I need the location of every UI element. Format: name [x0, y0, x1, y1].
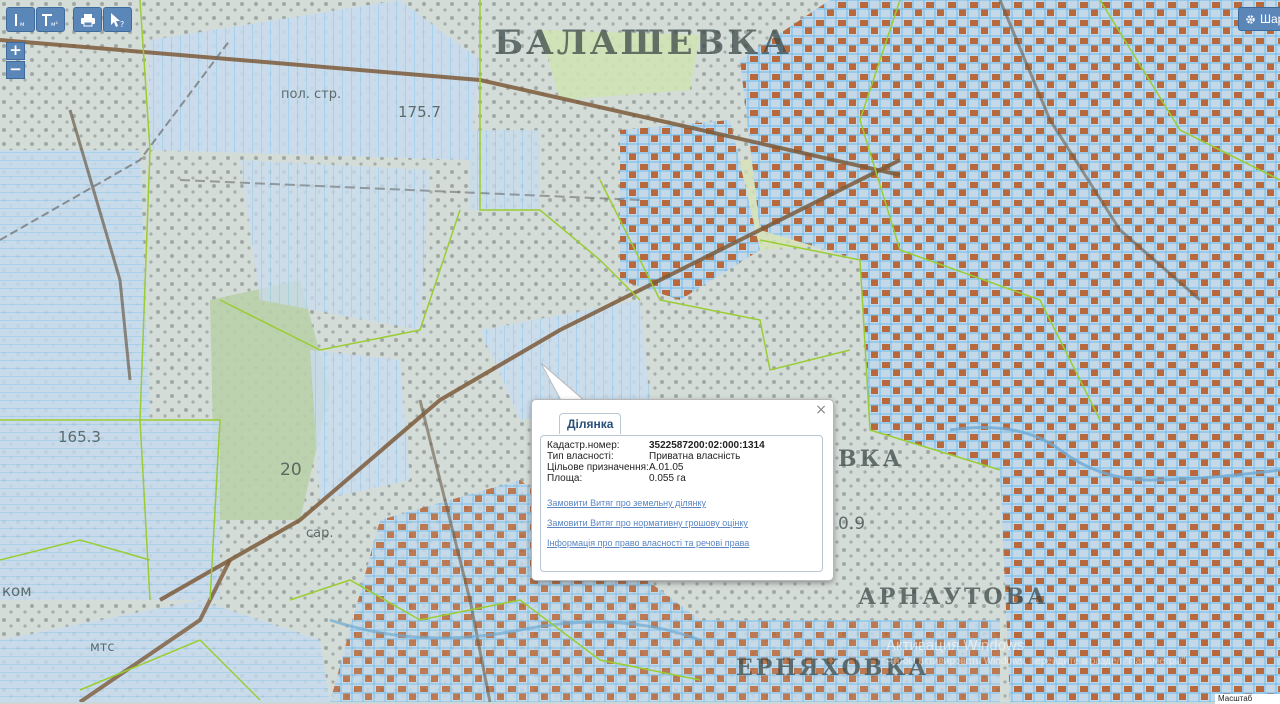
height-label: 0.9 — [838, 514, 866, 534]
svg-text:м²: м² — [51, 21, 59, 27]
order-extract-link[interactable]: Замовити Витяг про земельну ділянку — [547, 498, 816, 508]
gear-icon — [1246, 14, 1255, 24]
popup-pointer — [540, 362, 588, 403]
parcel-attributes: Кадастр.номер: 3522587200:02:000:1314 Тип… — [547, 440, 765, 484]
height-label: сар. — [306, 526, 334, 541]
order-valuation-link[interactable]: Замовити Витяг про нормативну грошову оц… — [547, 518, 816, 528]
zoom-out-button[interactable]: − — [6, 61, 25, 79]
popup-content: Кадастр.номер: 3522587200:02:000:1314 Тип… — [540, 435, 823, 572]
measure-tools: м м² — [6, 7, 65, 32]
place-label-vka: ВКА — [838, 446, 904, 472]
layers-button-label: Шар — [1260, 12, 1280, 26]
close-icon[interactable]: × — [815, 402, 827, 418]
height-label: пол. стр. — [281, 87, 342, 102]
height-label: 165.3 — [58, 428, 101, 446]
height-label: ком — [2, 582, 32, 600]
print-icon[interactable] — [73, 7, 102, 32]
attr-value: Приватна власність — [649, 451, 741, 462]
svg-text:?: ? — [120, 20, 124, 28]
svg-text:м: м — [20, 21, 25, 27]
ruler-area-icon[interactable]: м² — [36, 7, 65, 32]
place-label-balashevka: БАЛАШЕВКА — [494, 23, 792, 63]
ownership-info-link[interactable]: Інформація про право власності та речові… — [547, 538, 816, 548]
windows-activation-subtitle: Чтобы активировать Windows, перейдите в … — [886, 656, 1189, 667]
ruler-length-icon[interactable]: м — [6, 7, 35, 32]
tab-parcel[interactable]: Ділянка — [559, 413, 622, 434]
attr-value: 0.055 га — [649, 473, 686, 484]
height-label: 175.7 — [398, 103, 441, 121]
map-scale: Масштаб — [1215, 694, 1280, 704]
windows-activation-watermark: Активация Windows — [886, 637, 1025, 654]
height-label: мтс — [90, 640, 115, 655]
table-row: Площа: 0.055 га — [547, 473, 765, 484]
table-row: Тип власності: Приватна власність — [547, 451, 765, 462]
zoom-in-button[interactable]: + — [6, 42, 25, 60]
attr-key: Кадастр.номер: — [547, 440, 620, 451]
attr-value: 3522587200:02:000:1314 — [649, 440, 765, 451]
utility-tools: ? — [73, 7, 132, 32]
cursor-question-icon[interactable]: ? — [103, 7, 132, 32]
cadastral-map[interactable]: БАЛАШЕВКА АРНАУТОВА ЕРНЯХОВКА ВКА 175.7 … — [0, 0, 1280, 702]
attr-key: Тип власності: — [547, 451, 614, 462]
map-toolbar: м м² ? — [6, 7, 137, 32]
table-row: Кадастр.номер: 3522587200:02:000:1314 — [547, 440, 765, 451]
layers-button[interactable]: Шар — [1238, 7, 1280, 31]
place-label-arnautova: АРНАУТОВА — [858, 584, 1049, 610]
attr-key: Цільове призначення: — [547, 462, 649, 473]
zoom-control: + − — [6, 42, 25, 79]
attr-key: Площа: — [547, 473, 583, 484]
parcel-popup: × Кадастр.номер: 3522587200:02:000:1314 Т… — [531, 399, 834, 581]
map-canvas[interactable] — [0, 0, 1280, 702]
table-row: Цільове призначення: A.01.05 — [547, 462, 765, 473]
attr-value: A.01.05 — [649, 462, 684, 473]
height-label: 20 — [280, 460, 302, 480]
